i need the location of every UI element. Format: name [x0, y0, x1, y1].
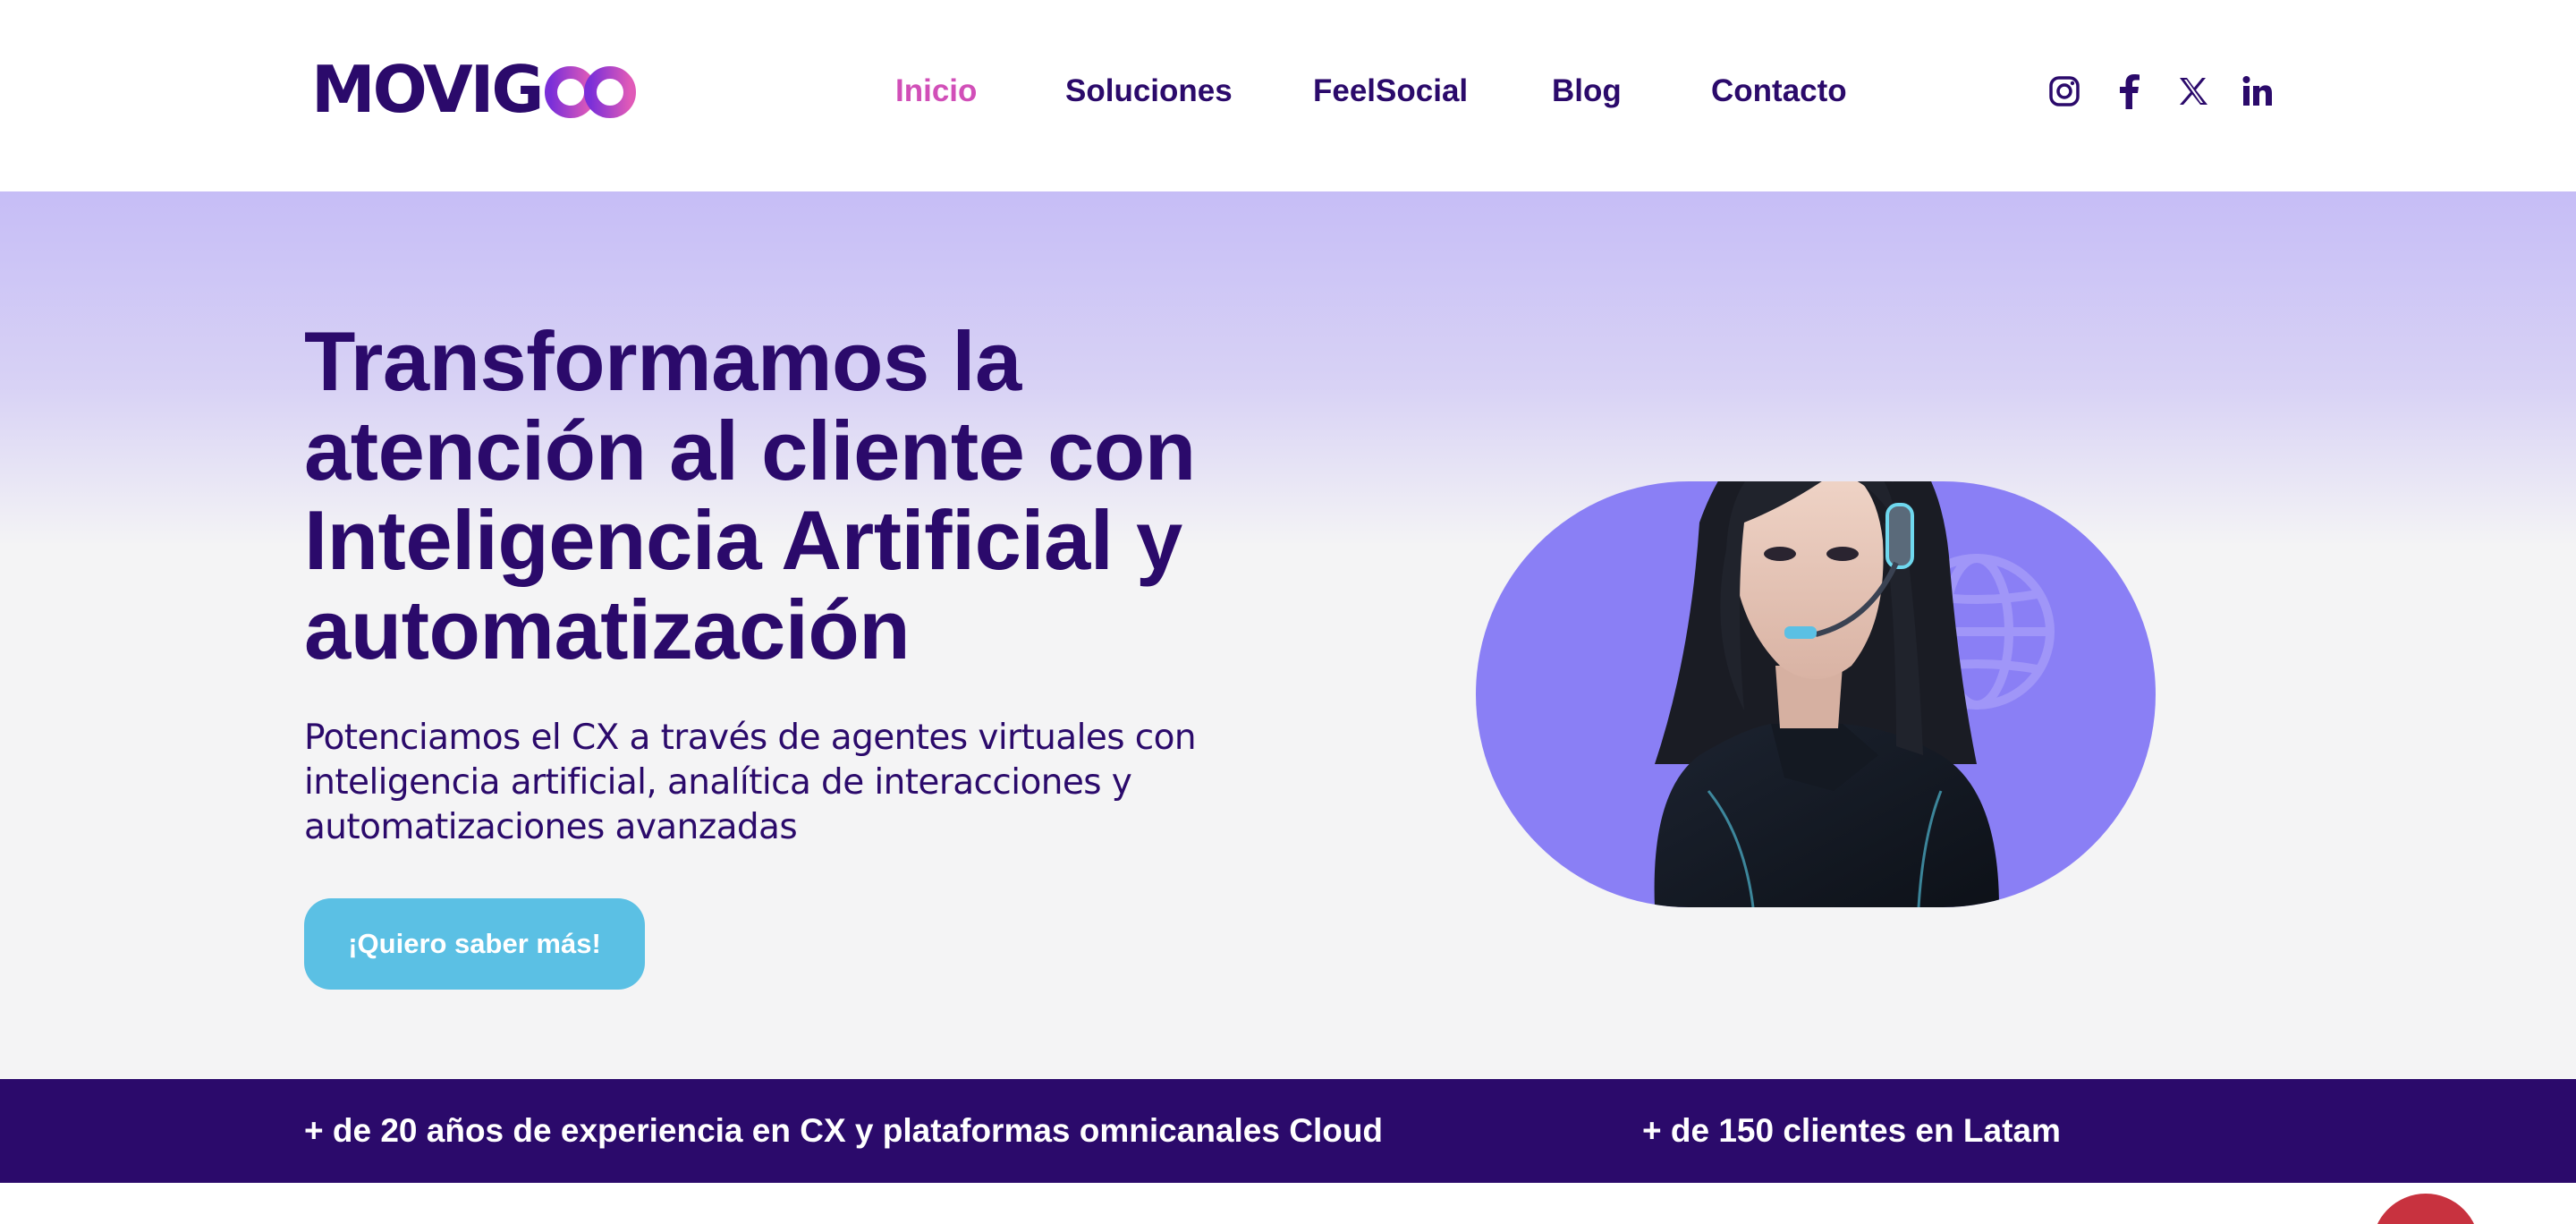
nav-feelsocial[interactable]: FeelSocial [1313, 64, 1468, 118]
x-icon[interactable] [2172, 70, 2215, 113]
stat-experience: + de 20 años de experiencia en CX y plat… [304, 1112, 1384, 1149]
stats-band: + de 20 años de experiencia en CX y plat… [0, 1079, 2576, 1183]
nav-inicio[interactable]: Inicio [895, 64, 977, 118]
hero-subtitle: Potenciamos el CX a través de agentes vi… [304, 718, 1197, 847]
nav-blog[interactable]: Blog [1552, 64, 1622, 118]
logo-wordmark: MOVIG [311, 52, 545, 127]
hero-title: Transformamos la atención al cliente con… [304, 314, 1196, 676]
chat-widget-button[interactable] [2372, 1194, 2479, 1224]
cta-button[interactable]: ¡Quiero saber más! [304, 898, 645, 990]
instagram-icon[interactable] [2043, 70, 2086, 113]
nav-contacto[interactable]: Contacto [1711, 64, 1847, 118]
stat-clients: + de 150 clientes en Latam [1642, 1112, 2061, 1149]
linkedin-icon[interactable] [2236, 70, 2279, 113]
movigoo-logo[interactable]: MOVIG [311, 55, 637, 123]
nav-soluciones[interactable]: Soluciones [1065, 64, 1233, 118]
facebook-icon[interactable] [2107, 70, 2150, 113]
infinity-logo-mark [544, 66, 636, 118]
site-header: MOVIG Inicio Soluciones FeelSocial Blog … [0, 0, 2576, 191]
hero-section: Transformamos la atención al cliente con… [0, 191, 2576, 1079]
virtual-agent-illustration [1476, 481, 2156, 907]
